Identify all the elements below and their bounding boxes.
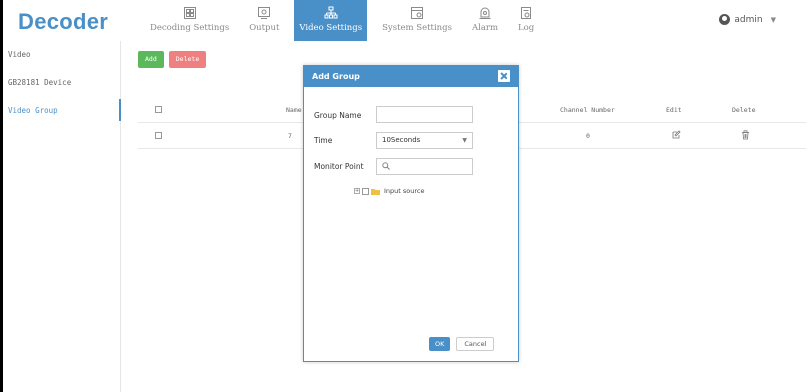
chevron-down-icon: ▼ <box>462 137 467 144</box>
close-icon[interactable] <box>498 70 510 82</box>
nav-decoding-settings[interactable]: Decoding Settings <box>145 0 234 41</box>
nav-alarm[interactable]: Alarm <box>467 0 503 41</box>
header-delete: Delete <box>732 106 756 114</box>
header-channel-number: Channel Number <box>560 106 615 114</box>
select-all-checkbox[interactable] <box>155 106 162 113</box>
main-nav: Decoding Settings Output Video Settings … <box>145 0 549 41</box>
group-name-input[interactable] <box>376 106 473 123</box>
toolbar: Add Delete <box>138 51 207 68</box>
edit-icon[interactable] <box>672 130 681 139</box>
nav-label: Decoding Settings <box>150 23 230 33</box>
header-edit: Edit <box>666 106 682 114</box>
add-button[interactable]: Add <box>138 51 164 68</box>
nav-log[interactable]: Log <box>513 0 539 41</box>
trash-icon[interactable] <box>741 130 750 140</box>
grid-icon <box>183 7 196 19</box>
monitor-icon <box>258 7 271 19</box>
add-group-dialog: Add Group Group Name Time 10Seconds ▼ Mo… <box>303 65 519 362</box>
tree-node-checkbox[interactable] <box>362 187 369 195</box>
nav-label: Output <box>249 23 280 33</box>
nav-label: Video Settings <box>299 23 363 33</box>
row-name: 7 <box>288 132 292 140</box>
tree-node-label[interactable]: Input source <box>384 187 424 195</box>
nav-label: Log <box>518 23 535 33</box>
header-name: Name <box>286 106 302 114</box>
time-select[interactable]: 10Seconds ▼ <box>376 132 473 149</box>
dialog-header: Add Group <box>304 66 518 87</box>
nav-label: System Settings <box>382 23 452 33</box>
folder-icon <box>371 188 380 195</box>
dialog-title: Add Group <box>312 72 360 81</box>
time-label: Time <box>314 136 333 145</box>
chevron-down-icon: ▼ <box>770 15 776 24</box>
user-menu[interactable]: admin ▼ <box>719 14 776 25</box>
log-icon <box>521 7 532 19</box>
app-logo: Decoder <box>18 9 109 34</box>
sidebar-item-video[interactable]: Video <box>3 41 120 69</box>
expand-icon[interactable]: + <box>354 188 360 194</box>
top-header: Decoder Decoding Settings Output Video S… <box>3 0 812 41</box>
user-name: admin <box>734 14 763 25</box>
ok-button[interactable]: OK <box>429 337 451 351</box>
user-avatar-icon <box>719 14 731 25</box>
group-name-label: Group Name <box>314 111 362 120</box>
nav-video-settings[interactable]: Video Settings <box>294 0 368 41</box>
nav-label: Alarm <box>471 23 499 33</box>
alarm-icon <box>479 7 491 19</box>
sidebar: Video GB28181 Device Video Group <box>3 41 121 392</box>
cancel-button[interactable]: Cancel <box>456 337 495 351</box>
sidebar-item-video-group[interactable]: Video Group <box>3 97 121 125</box>
row-checkbox[interactable] <box>155 132 162 139</box>
dialog-actions: OK Cancel <box>429 337 495 351</box>
monitor-tree: + Input source <box>354 187 424 195</box>
settings-panel-icon <box>411 7 424 19</box>
row-channel-number: 0 <box>586 132 590 140</box>
delete-button[interactable]: Delete <box>168 51 207 68</box>
sidebar-item-gb28181-device[interactable]: GB28181 Device <box>3 69 120 97</box>
monitor-search-input[interactable] <box>376 158 473 175</box>
nav-output[interactable]: Output <box>244 0 284 41</box>
monitor-point-label: Monitor Point <box>314 162 364 171</box>
nav-system-settings[interactable]: System Settings <box>377 0 457 41</box>
time-select-value: 10Seconds <box>382 136 421 144</box>
search-icon <box>382 162 390 170</box>
network-icon <box>324 6 338 19</box>
